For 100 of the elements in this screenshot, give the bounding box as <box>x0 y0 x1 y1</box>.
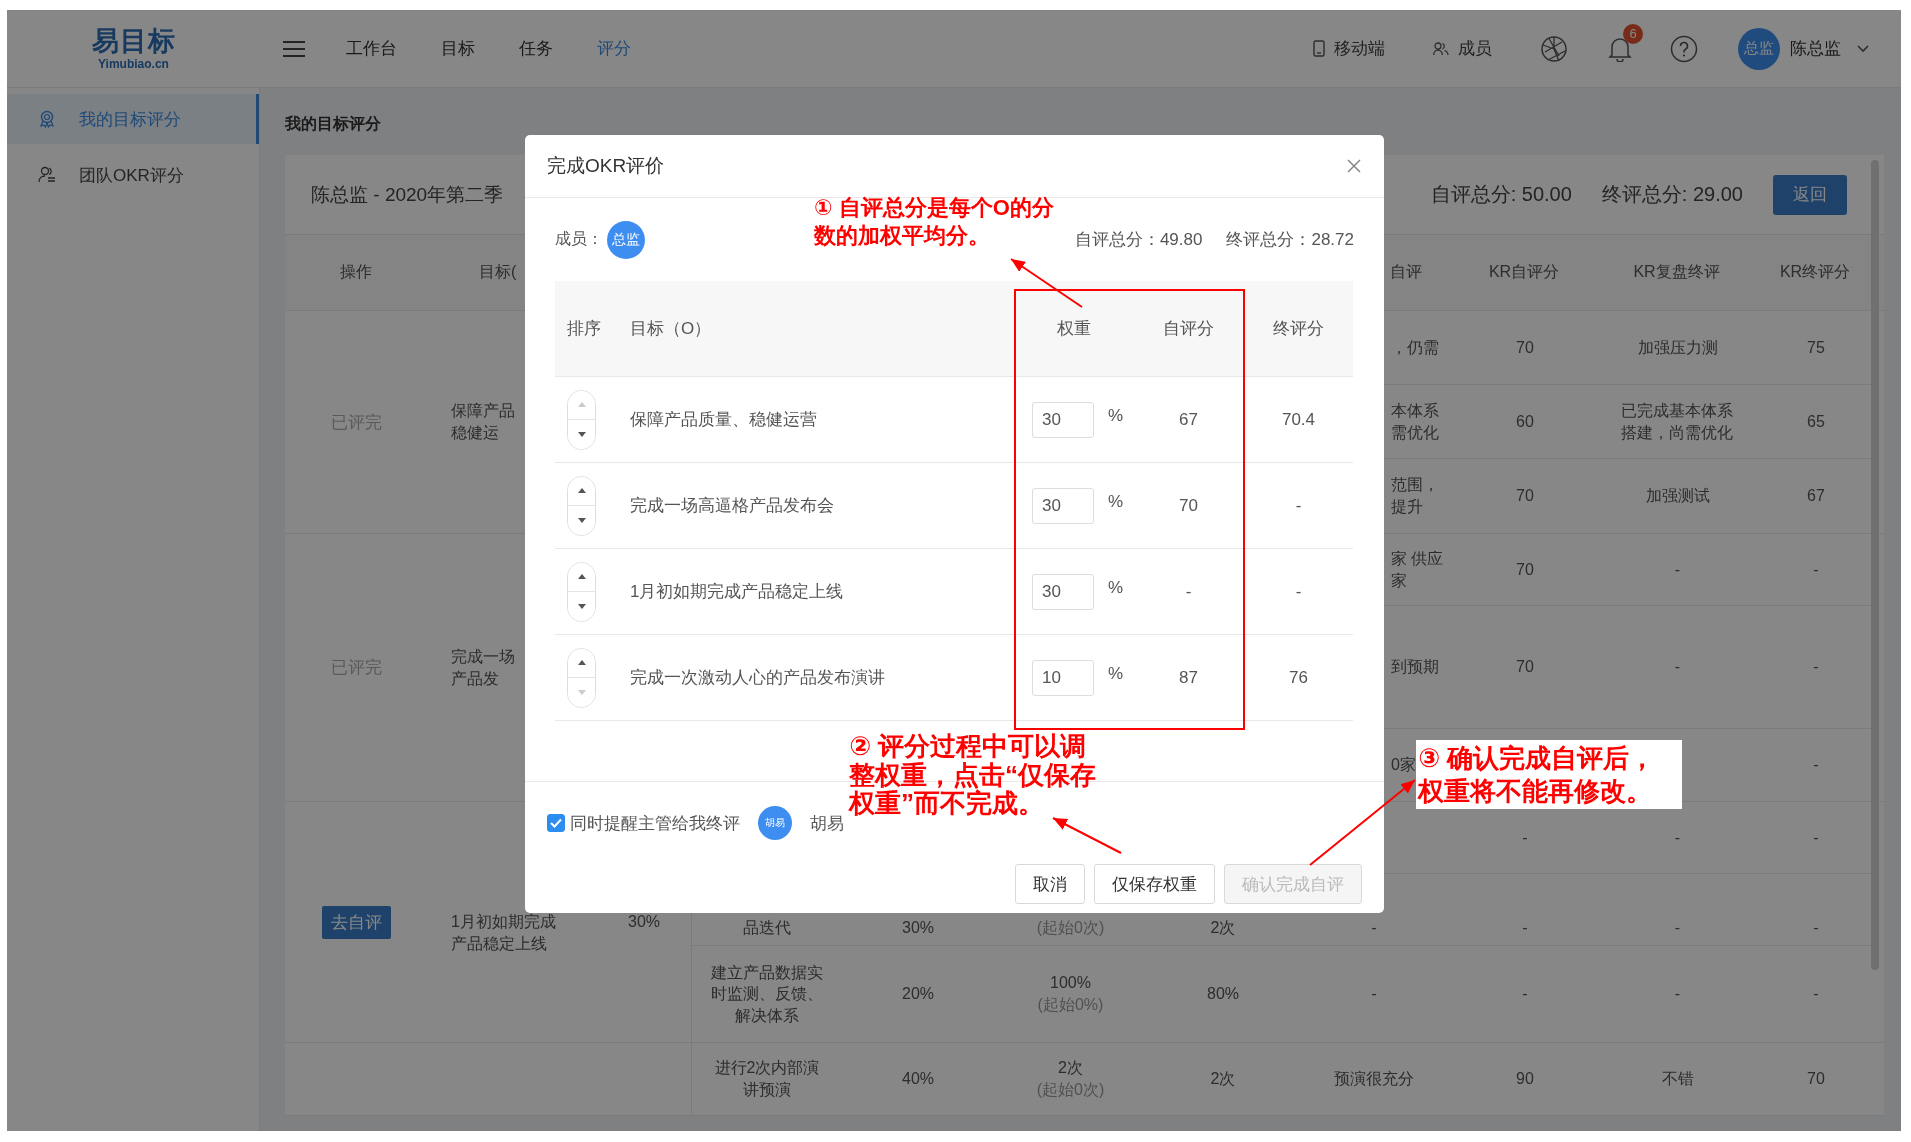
help-icon[interactable] <box>1670 34 1698 63</box>
table-cell-text: - <box>1813 918 1819 939</box>
percent-sign: % <box>1108 405 1124 426</box>
caret-up-icon <box>577 402 586 408</box>
objective-text: 完成一次激动人心的产品发布演讲 <box>630 667 885 689</box>
objective-text: 保障产品质量、稳健运营 <box>630 409 817 431</box>
table-cell-text: - <box>1674 559 1681 580</box>
caret-up-icon <box>577 660 586 666</box>
percent-sign: % <box>1108 663 1124 684</box>
menu-icon[interactable] <box>283 40 305 57</box>
table-cell: 30% <box>628 913 660 931</box>
table-cell-text: 75 <box>1807 337 1825 358</box>
dialog-button[interactable]: 取消 <box>1015 864 1085 904</box>
column-header: 目标( <box>479 262 517 282</box>
checkbox-label[interactable]: 同时提醒主管给我终评 <box>570 811 740 835</box>
table-cell-text: 加强压力测 <box>1637 337 1718 358</box>
user-name[interactable]: 陈总监 <box>1790 37 1841 60</box>
table-cell-text: 65 <box>1807 411 1825 432</box>
user-avatar[interactable]: 总监 <box>1738 27 1780 70</box>
table-cell-text: - <box>1522 984 1528 1005</box>
people-icon <box>1433 41 1449 56</box>
table-cell-text: - <box>1522 827 1528 848</box>
table-cell-text: 2次 <box>1210 918 1236 939</box>
weight-input[interactable]: 30 <box>1032 573 1094 610</box>
table-cell-text: 已完成基本体系搭建，尚需优化 <box>1620 400 1735 443</box>
manager-avatar: 胡易 <box>758 806 792 840</box>
annotation-text: ① 自评总分是每个O的分数的加权平均分。 <box>814 194 1055 249</box>
table-cell-text: 20% <box>902 984 934 1005</box>
table-cell-text: 本体系需优化 <box>1391 400 1440 443</box>
final-total: 终评总分: 29.00 <box>1601 182 1743 207</box>
dialog-title: 完成OKR评价 <box>547 154 665 178</box>
table-cell-text: - <box>1813 827 1819 848</box>
annotation-text: ② 评分过程中可以调整权重，点击“仅保存权重”而不完成。 <box>849 732 1097 818</box>
members-link[interactable]: 成员 <box>1433 37 1492 60</box>
table-cell-text: 2次 <box>1210 1069 1236 1090</box>
mobile-link[interactable]: 移动端 <box>1313 37 1385 60</box>
chevron-down-icon[interactable] <box>1857 44 1869 53</box>
weight-input[interactable]: 30 <box>1032 401 1094 438</box>
page-title: 我的目标评分 <box>285 114 382 134</box>
back-button[interactable]: 返回 <box>1773 174 1847 215</box>
table-cell-text: - <box>1522 918 1528 939</box>
nav-tab[interactable]: 工作台 <box>346 37 397 60</box>
table-cell-text: 2次 <box>1057 1058 1084 1079</box>
bell-icon[interactable] <box>1608 35 1632 62</box>
table-cell-text: 100% <box>1049 973 1092 994</box>
close-icon[interactable] <box>1346 158 1362 174</box>
self-review-button[interactable]: 去自评 <box>321 905 391 939</box>
nav-tab[interactable]: 任务 <box>519 37 553 60</box>
column-header: 操作 <box>340 262 372 282</box>
table-cell-text: 40% <box>902 1069 934 1090</box>
move-down-button[interactable] <box>568 505 595 535</box>
dialog-button[interactable]: 仅保存权重 <box>1094 864 1215 904</box>
percent-sign: % <box>1108 577 1124 598</box>
annotation-text: ③ 确认完成自评后，权重将不能再修改。 <box>1416 740 1682 809</box>
percent-sign: % <box>1108 491 1124 512</box>
weight-input[interactable]: 30 <box>1032 487 1094 524</box>
caret-up-icon <box>577 574 586 580</box>
caret-down-icon <box>577 689 586 695</box>
column-header: KR复盘终评 <box>1633 262 1720 282</box>
table-cell-text: 80% <box>1207 984 1239 1005</box>
table-cell-text: 到预期 <box>1391 657 1439 678</box>
table-cell-text: - <box>1813 984 1819 1005</box>
table-cell-text: - <box>1674 918 1681 939</box>
table-cell-text: 70 <box>1516 337 1534 358</box>
aperture-icon[interactable] <box>1540 34 1568 63</box>
table-cell-text: 进行2次内部演讲预演 <box>713 1058 821 1100</box>
weight-input[interactable]: 10 <box>1032 659 1094 696</box>
caret-down-icon <box>577 431 586 437</box>
card-heading: 陈总监 - 2020年第二季 <box>311 182 504 207</box>
table-cell: 67 <box>1179 409 1198 430</box>
column-header: 自评分 <box>1162 318 1215 340</box>
table-cell: - <box>1185 581 1192 602</box>
phone-icon <box>1313 40 1325 57</box>
column-header: KR终评分 <box>1779 262 1851 282</box>
member-label: 成员： <box>555 229 603 249</box>
table-cell-text: 不错 <box>1661 1069 1694 1090</box>
table-cell-text: 70 <box>1516 559 1534 580</box>
table-cell-text: 1月初如期完成产品稳定上线 <box>451 912 557 954</box>
nav-tab[interactable]: 目标 <box>441 37 475 60</box>
table-cell-text: 建立产品数据实时监测、反馈、解决体系 <box>710 962 824 1026</box>
column-header: KR自评分 <box>1488 262 1560 282</box>
table-cell-text: 70 <box>1516 657 1534 678</box>
table-cell-text: - <box>1813 755 1819 776</box>
objective-text: 完成一场高逼格产品发布会 <box>630 495 834 517</box>
table-cell-text: - <box>1813 657 1819 678</box>
move-down-button[interactable] <box>568 419 595 449</box>
move-down-button[interactable] <box>568 591 595 621</box>
table-cell-text: 0家 <box>1391 755 1416 776</box>
logo[interactable]: 易目标 <box>91 27 176 55</box>
column-header: 排序 <box>566 318 602 340</box>
sidebar-item[interactable]: 团队OKR评分 <box>7 150 259 200</box>
medal-icon <box>38 110 56 128</box>
member-avatar: 总监 <box>607 220 645 259</box>
column-header: 目标（O） <box>629 318 713 340</box>
table-cell: - <box>1295 495 1302 516</box>
table-cell-text: 70 <box>1516 486 1534 507</box>
nav-tab[interactable]: 评分 <box>597 37 631 60</box>
table-cell-text: 保障产品稳健运 <box>451 401 516 443</box>
table-cell-text: 加强测试 <box>1645 486 1710 507</box>
checkbox[interactable] <box>547 814 565 832</box>
